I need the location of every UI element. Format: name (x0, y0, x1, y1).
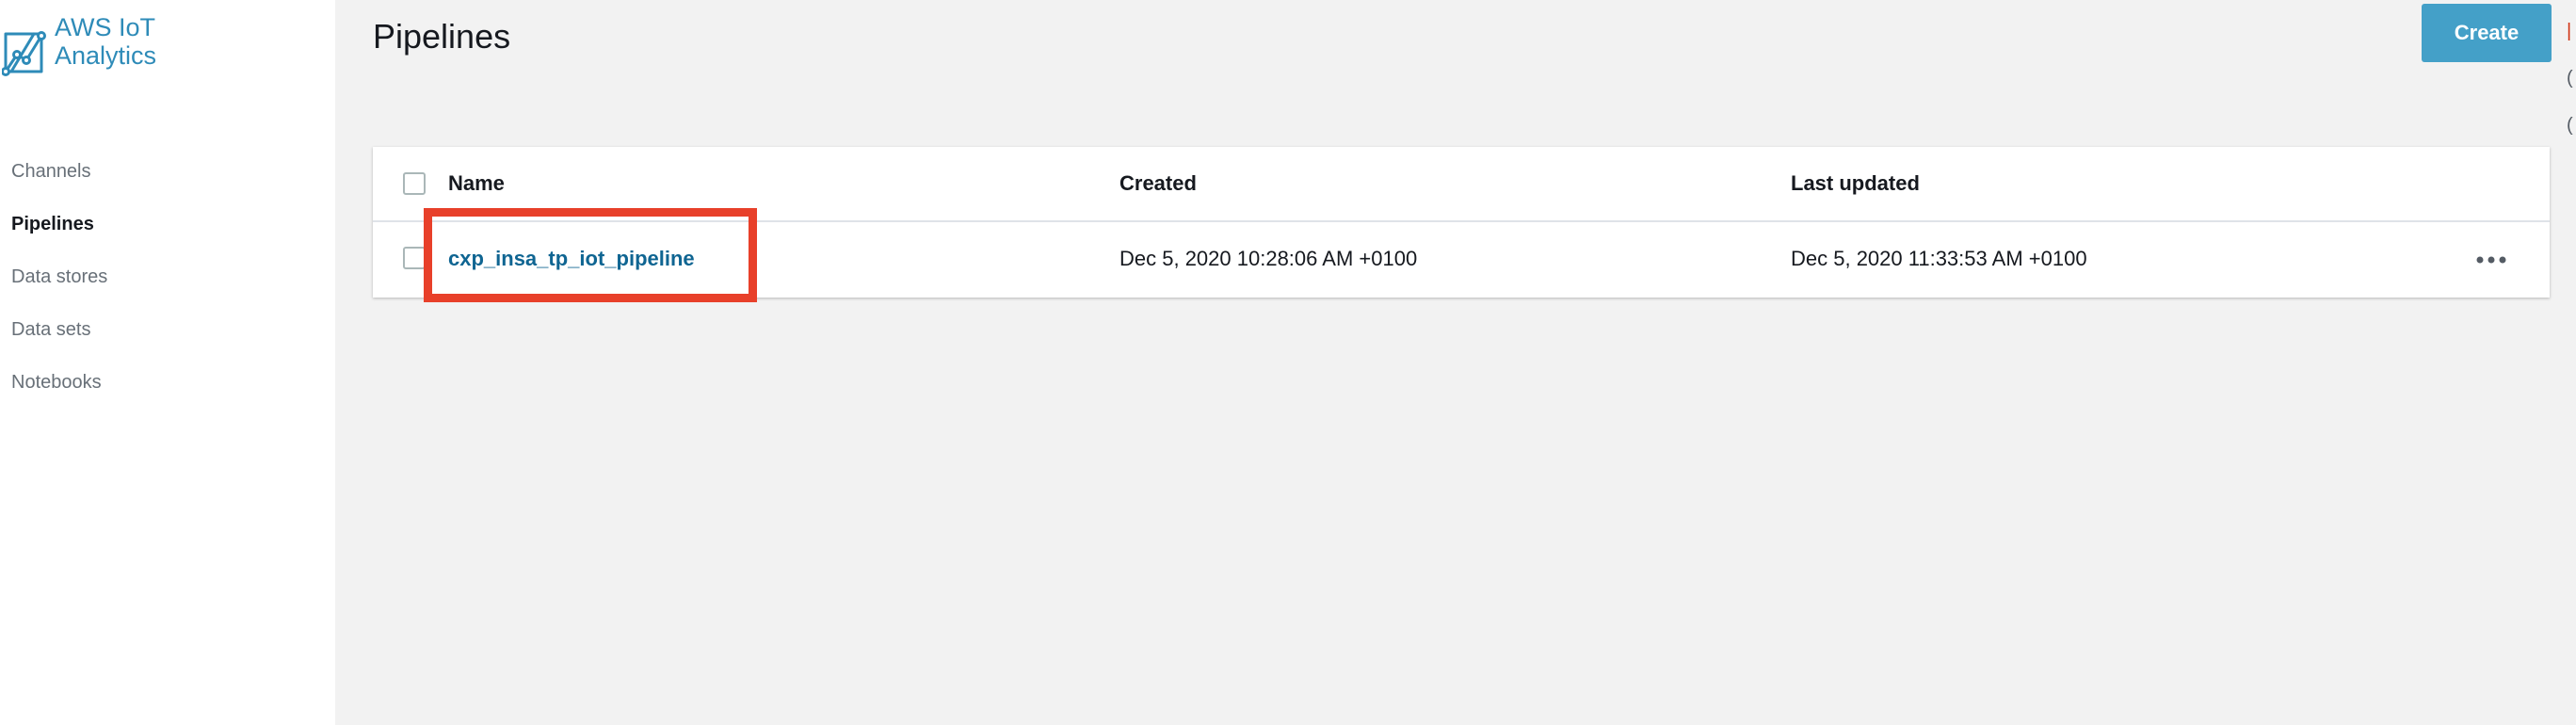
column-header-name[interactable]: Name (448, 169, 505, 198)
table-row: cxp_insa_tp_iot_pipeline Dec 5, 2020 10:… (373, 222, 2550, 298)
cutoff-mark-2: ( (2567, 68, 2573, 89)
sidebar-item-data-stores[interactable]: Data stores (11, 262, 107, 314)
pipelines-table: Name Created Last updated cxp_insa_tp_io… (373, 147, 2550, 298)
row-checkbox[interactable] (403, 247, 426, 269)
sidebar-item-data-sets[interactable]: Data sets (11, 314, 107, 367)
sidebar-item-channels[interactable]: Channels (11, 156, 107, 209)
sidebar-nav: Channels Pipelines Data stores Data sets… (11, 156, 107, 420)
more-options-icon[interactable] (2471, 243, 2512, 277)
pipeline-name-cell: cxp_insa_tp_iot_pipeline (448, 245, 695, 273)
cutoff-mark-1: | (2567, 21, 2572, 41)
sidebar-item-notebooks[interactable]: Notebooks (11, 367, 107, 420)
pipeline-created-cell: Dec 5, 2020 10:28:06 AM +0100 (1119, 247, 1418, 270)
cutoff-mark-3: ( (2567, 115, 2573, 136)
sidebar: AWS IoT Analytics Channels Pipelines Dat… (0, 0, 335, 725)
brand-line-2: Analytics (55, 41, 157, 70)
select-all-checkbox[interactable] (403, 172, 426, 195)
table-header: Name Created Last updated (373, 147, 2550, 222)
create-button[interactable]: Create (2422, 4, 2552, 62)
right-edge-cutoff: | ( ( (2567, 21, 2576, 153)
column-header-created[interactable]: Created (1119, 169, 1197, 198)
pipeline-name-link[interactable]: cxp_insa_tp_iot_pipeline (448, 247, 695, 270)
brand-line-1: AWS IoT (55, 13, 156, 41)
brand[interactable]: AWS IoT Analytics (0, 13, 156, 85)
brand-name: AWS IoT Analytics (55, 13, 156, 70)
page-title: Pipelines (373, 17, 511, 56)
column-header-last-updated[interactable]: Last updated (1791, 169, 1920, 198)
pipeline-last-updated-cell: Dec 5, 2020 11:33:53 AM +0100 (1791, 247, 2087, 270)
sidebar-item-pipelines[interactable]: Pipelines (11, 209, 107, 262)
iot-analytics-logo-icon (2, 31, 46, 76)
